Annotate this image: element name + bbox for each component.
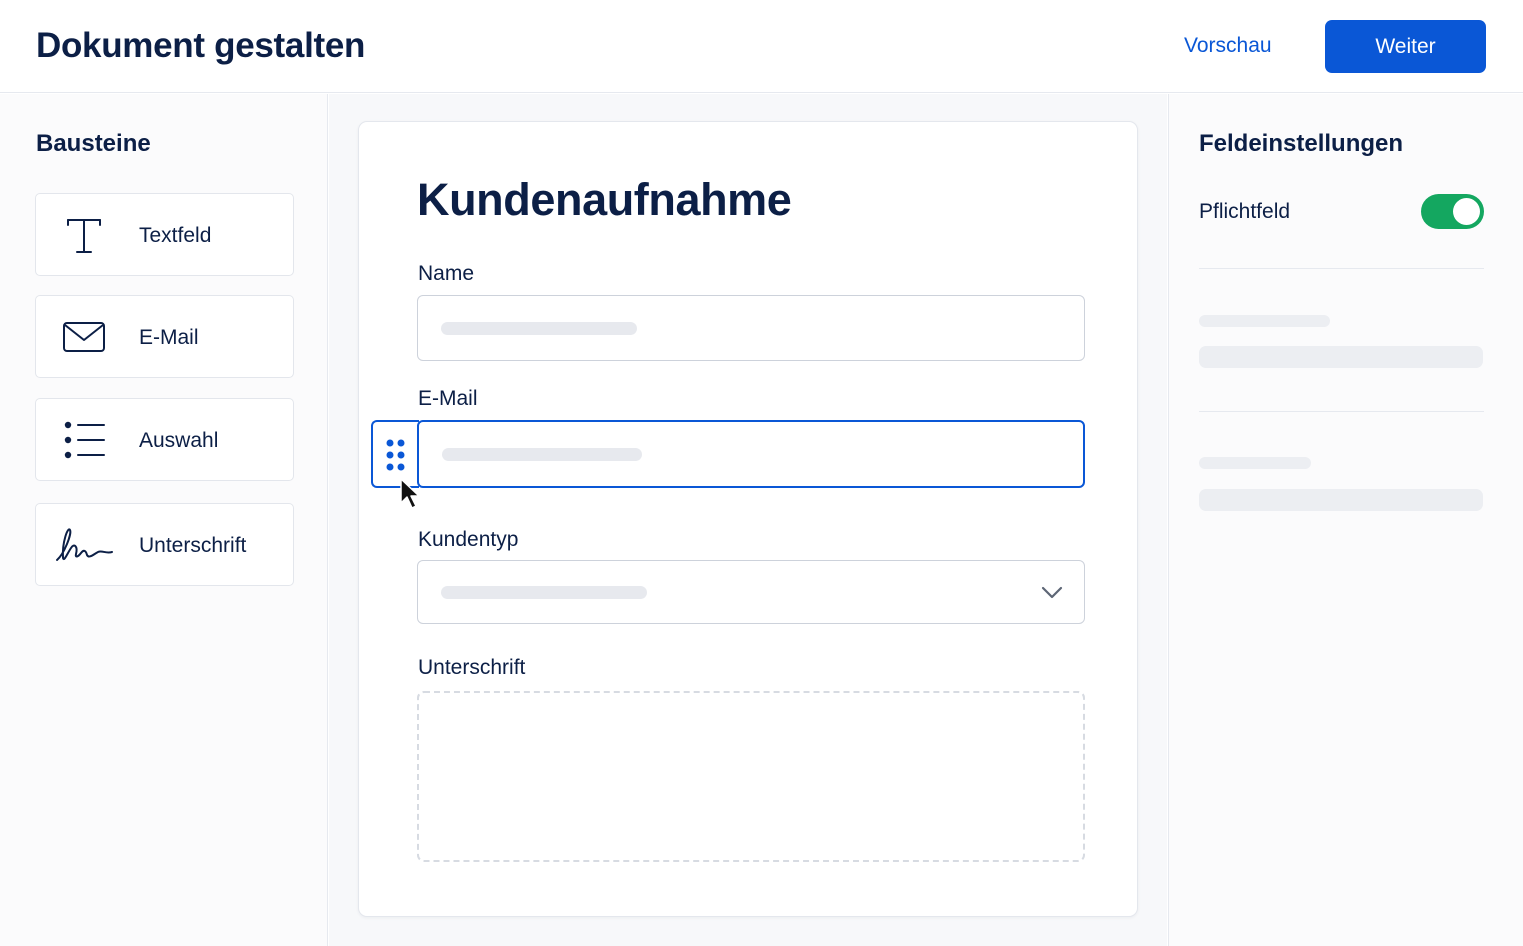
placeholder-bar [441,586,647,599]
field-label-name: Name [418,262,475,285]
divider [1199,268,1484,269]
signature-dropzone[interactable] [417,691,1085,862]
next-button[interactable]: Weiter [1325,20,1486,73]
field-label-signature: Unterschrift [418,656,526,679]
app-window: Dokument gestalten Vorschau Weiter Baust… [0,0,1523,946]
required-label: Pflichtfeld [1199,200,1291,223]
required-toggle[interactable] [1421,194,1484,229]
block-label: Textfeld [139,224,212,247]
customer-type-select[interactable] [417,560,1085,624]
top-bar: Dokument gestalten Vorschau Weiter [0,0,1523,93]
field-label-email: E-Mail [418,387,478,410]
name-field[interactable] [417,295,1085,361]
blocks-sidebar: Bausteine Textfeld E-Mail Auswahl Unters… [0,94,328,946]
document-title: Kundenaufnahme [417,174,792,225]
preview-link[interactable]: Vorschau [1184,34,1272,58]
field-settings-panel: Feldeinstellungen Pflichtfeld [1168,94,1523,946]
block-label: Unterschrift [139,534,247,557]
toggle-knob [1453,198,1480,225]
chevron-down-icon [1041,586,1063,599]
divider [1199,411,1484,412]
settings-heading: Feldeinstellungen [1199,130,1404,157]
skeleton-block [1199,489,1483,511]
block-label: Auswahl [139,429,219,452]
skeleton-line [1199,315,1330,327]
skeleton-block [1199,346,1483,368]
block-label: E-Mail [139,326,199,349]
field-label-customer-type: Kundentyp [418,528,519,551]
block-email[interactable]: E-Mail [35,295,294,378]
placeholder-bar [442,448,642,461]
placeholder-bar [441,322,637,335]
mouse-pointer-icon [400,478,420,509]
sidebar-heading: Bausteine [36,130,151,157]
drag-dots-icon [386,439,405,471]
text-t-icon [62,214,106,256]
email-field[interactable] [417,420,1085,488]
block-signature[interactable]: Unterschrift [35,503,294,586]
block-choice[interactable]: Auswahl [35,398,294,481]
signature-icon [54,524,113,566]
block-textfield[interactable]: Textfeld [35,193,294,276]
envelope-icon [62,316,106,358]
page-title: Dokument gestalten [36,26,366,65]
skeleton-line [1199,457,1311,469]
document-canvas: Kundenaufnahme Name E-Mail Kundentyp Unt… [329,94,1167,946]
list-icon [62,419,106,461]
document-card: Kundenaufnahme Name E-Mail Kundentyp Unt… [358,121,1138,917]
